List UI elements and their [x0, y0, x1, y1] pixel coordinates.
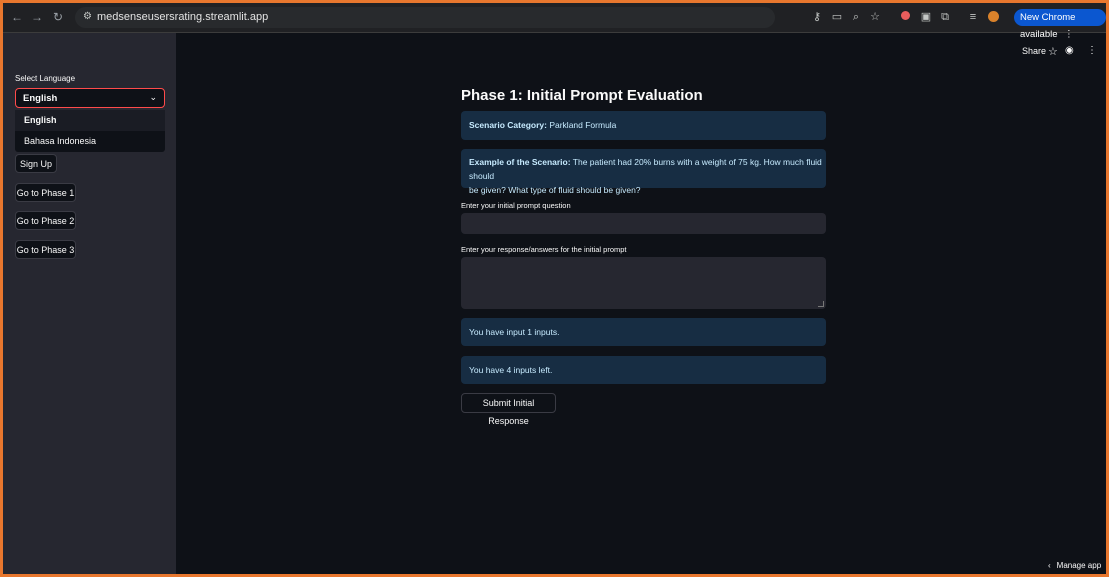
response-textarea-label: Enter your response/answers for the init…	[461, 245, 627, 254]
browser-toolbar: ← → ↻ ⚙ medsenseusersrating.streamlit.ap…	[3, 3, 1106, 40]
scenario-category-box: Scenario Category: Parkland Formula	[461, 111, 826, 140]
scenario-example-label: Example of the Scenario:	[469, 157, 571, 167]
manage-app-button[interactable]: ‹ Manage app	[1048, 561, 1101, 570]
submit-initial-response-button[interactable]: Submit Initial Response	[461, 393, 556, 426]
site-info-icon[interactable]: ⚙	[83, 11, 92, 22]
puzzle-extensions-icon[interactable]: ⧉	[939, 11, 951, 23]
kebab-menu-icon: ⋮	[1064, 29, 1074, 40]
language-select-value: English	[23, 93, 58, 104]
language-dropdown: English Bahasa Indonesia	[15, 110, 165, 152]
inputs-done-alert: You have input 1 inputs.	[461, 318, 826, 346]
question-input-label: Enter your initial prompt question	[461, 201, 571, 210]
go-to-phase-2-button[interactable]: Go to Phase 2	[15, 211, 76, 230]
dropdown-option-bahasa-indonesia[interactable]: Bahasa Indonesia	[15, 131, 165, 152]
password-key-icon[interactable]: ⚷	[811, 11, 823, 23]
reload-icon[interactable]: ↻	[53, 10, 63, 24]
media-controls-icon[interactable]: ≡	[967, 11, 979, 23]
inputs-left-alert: You have 4 inputs left.	[461, 356, 826, 384]
star-icon[interactable]: ☆	[1048, 45, 1058, 58]
extension-icon[interactable]: ▣	[920, 11, 932, 23]
github-icon[interactable]: ◉	[1065, 45, 1074, 56]
url-text: medsenseusersrating.streamlit.app	[97, 11, 269, 23]
back-icon[interactable]: ←	[11, 10, 23, 24]
share-button[interactable]: Share	[1022, 46, 1046, 56]
chevron-left-icon: ‹	[1048, 561, 1051, 570]
chevron-down-icon: ⌄	[149, 92, 157, 102]
profile-avatar-icon[interactable]	[987, 11, 999, 23]
language-select-label: Select Language	[15, 74, 76, 83]
question-input[interactable]	[461, 213, 826, 234]
manage-app-label: Manage app	[1056, 561, 1102, 570]
bookmark-star-icon[interactable]: ☆	[869, 11, 881, 23]
scenario-category-label: Scenario Category:	[469, 120, 547, 130]
forward-icon[interactable]: →	[31, 10, 43, 24]
scenario-category-value: Parkland Formula	[549, 120, 617, 130]
go-to-phase-1-button[interactable]: Go to Phase 1	[15, 183, 76, 202]
language-select[interactable]: English ⌄	[15, 88, 165, 108]
resize-handle-icon[interactable]	[818, 301, 824, 307]
main-menu-icon[interactable]: ⋮	[1087, 45, 1097, 56]
address-bar[interactable]: ⚙ medsenseusersrating.streamlit.app	[75, 7, 775, 28]
app-frame: ← → ↻ ⚙ medsenseusersrating.streamlit.ap…	[3, 3, 1106, 574]
response-textarea[interactable]	[461, 257, 826, 309]
scenario-example-box: Example of the Scenario: The patient had…	[461, 149, 826, 195]
sidebar: Select Language English ⌄ English Bahasa…	[3, 33, 176, 574]
go-to-phase-3-button[interactable]: Go to Phase 3	[15, 240, 76, 259]
scenario-example-line2: be given? What type of fluid should be g…	[469, 185, 641, 195]
cast-icon[interactable]: ▭	[831, 11, 843, 23]
chrome-update-button[interactable]: New Chrome available ⋮	[1014, 9, 1106, 40]
zoom-icon[interactable]: ⌕	[850, 11, 862, 23]
dropdown-option-english[interactable]: English	[15, 110, 165, 131]
sign-up-button[interactable]: Sign Up	[15, 154, 57, 173]
extension-red-icon[interactable]	[899, 11, 911, 23]
page-title: Phase 1: Initial Prompt Evaluation	[461, 87, 703, 104]
